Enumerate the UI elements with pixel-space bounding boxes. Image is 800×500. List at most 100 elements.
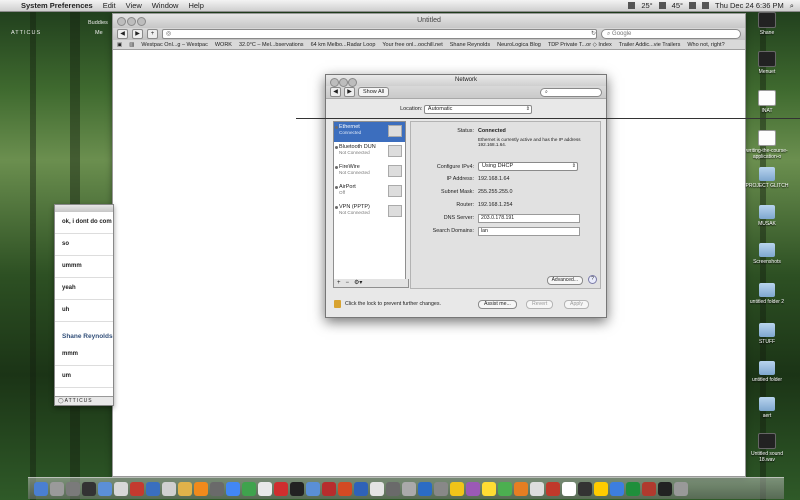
help-icon[interactable]: ? [588, 275, 597, 284]
clock[interactable]: Thu Dec 24 6:36 PM [715, 1, 784, 10]
minimize-button[interactable] [339, 78, 348, 87]
dock-app-icon[interactable] [242, 481, 256, 496]
location-popup[interactable]: Automatic ⇕ [423, 105, 532, 114]
dock-app-icon[interactable] [338, 481, 352, 496]
dock-app-icon[interactable] [354, 481, 368, 496]
bookmark-link[interactable]: Shane Reynolds [450, 42, 490, 48]
desktop-icon[interactable]: MUSAK [744, 205, 790, 227]
dock-app-icon[interactable] [674, 481, 688, 496]
dock-app-icon[interactable] [50, 481, 64, 496]
dock-app-icon[interactable] [210, 481, 224, 496]
reader-icon[interactable]: ▥ [129, 42, 134, 48]
service-item[interactable]: AirPort Off [334, 182, 405, 202]
bookmark-link[interactable]: Your free onl...oochill.net [382, 42, 442, 48]
dock-app-icon[interactable] [146, 481, 160, 496]
dock-app-icon[interactable] [130, 481, 144, 496]
reload-icon[interactable]: ↻ [591, 30, 596, 38]
dock-app-icon[interactable] [418, 481, 432, 496]
service-actions-button[interactable]: ⚙▾ [354, 279, 362, 287]
assist-me-button[interactable]: Assist me... [478, 300, 517, 309]
close-button[interactable] [330, 78, 339, 87]
address-bar[interactable]: ◎ ↻ [162, 29, 597, 39]
remove-service-button[interactable]: − [346, 279, 350, 287]
dock-app-icon[interactable] [562, 481, 576, 496]
service-item[interactable]: VPN (PPTP) Not Connected [334, 202, 405, 222]
dock-app-icon[interactable] [98, 481, 112, 496]
show-all-button[interactable]: Show All [358, 87, 390, 97]
dock-app-icon[interactable] [386, 481, 400, 496]
dock-app-icon[interactable] [306, 481, 320, 496]
service-item[interactable]: Ethernet Connected [334, 122, 405, 142]
bookmark-link[interactable]: TDP Private T...or ◇ Index [548, 42, 612, 48]
apply-button[interactable]: Apply [564, 300, 589, 309]
dock-app-icon[interactable] [162, 481, 176, 496]
desktop-icon[interactable]: STUFF [744, 323, 790, 345]
wifi-icon[interactable] [689, 2, 696, 9]
desktop-icon[interactable]: Untitled sound 18.wav [744, 433, 790, 463]
desktop-icon[interactable]: untitled folder 2 [744, 283, 790, 305]
service-item[interactable]: Bluetooth DUN Not Connected [334, 142, 405, 162]
prefs-search-input[interactable]: ⌕ [540, 87, 602, 97]
search-input[interactable]: ⌕ Google [601, 29, 741, 39]
menu-edit[interactable]: Edit [98, 1, 121, 10]
bookmark-link[interactable]: WORK [215, 42, 232, 48]
desktop-icon[interactable]: Screenshots [744, 243, 790, 265]
dock-app-icon[interactable] [610, 481, 624, 496]
dock-app-icon[interactable] [450, 481, 464, 496]
dock-app-icon[interactable] [194, 481, 208, 496]
dock-app-icon[interactable] [578, 481, 592, 496]
zoom-button[interactable] [348, 78, 357, 87]
dock-app-icon[interactable] [226, 481, 240, 496]
weather-temp[interactable]: 25° [641, 1, 652, 10]
back-button[interactable]: ◀ [117, 29, 128, 39]
desktop-icon[interactable]: Shane [744, 12, 790, 36]
desktop-icon[interactable]: writing-the-course-application-o [744, 130, 790, 160]
forward-button[interactable]: ▶ [132, 29, 143, 39]
zoom-button[interactable] [137, 17, 146, 26]
dock-app-icon[interactable] [82, 481, 96, 496]
search-domains-field[interactable]: lan [478, 227, 580, 236]
dock-app-icon[interactable] [546, 481, 560, 496]
back-button[interactable]: ◀ [330, 87, 341, 97]
status-icon[interactable] [658, 2, 666, 9]
dock-app-icon[interactable] [66, 481, 80, 496]
dock-app-icon[interactable] [658, 481, 672, 496]
dock-app-icon[interactable] [322, 481, 336, 496]
close-button[interactable] [117, 17, 126, 26]
bookmark-link[interactable]: 64 km Melbo...Radar Loop [311, 42, 376, 48]
spotlight-icon[interactable]: ⌕ [790, 1, 794, 11]
minimize-button[interactable] [127, 17, 136, 26]
bookmark-link[interactable]: Trailer Addic...vie Trailers [619, 42, 681, 48]
bookmark-link[interactable]: 32.0°C – Mel...bservations [239, 42, 304, 48]
dock-app-icon[interactable] [34, 481, 48, 496]
revert-button[interactable]: Revert [526, 300, 554, 309]
dock-app-icon[interactable] [258, 481, 272, 496]
dock-app-icon[interactable] [402, 481, 416, 496]
menu-window[interactable]: Window [147, 1, 184, 10]
bookmark-link[interactable]: NeuroLogica Blog [497, 42, 541, 48]
bookmarks-icon[interactable]: ▣ [117, 42, 122, 48]
dock-app-icon[interactable] [530, 481, 544, 496]
dock-app-icon[interactable] [370, 481, 384, 496]
advanced-button[interactable]: Advanced... [546, 276, 583, 285]
dock-app-icon[interactable] [626, 481, 640, 496]
dock-app-icon[interactable] [290, 481, 304, 496]
dock-app-icon[interactable] [274, 481, 288, 496]
dock-app-icon[interactable] [498, 481, 512, 496]
bookmark-link[interactable]: Westpac Onl...g – Westpac [141, 42, 207, 48]
volume-icon[interactable] [702, 2, 709, 9]
desktop-icon[interactable]: PROJECT GLITCH [744, 167, 790, 189]
dock-app-icon[interactable] [642, 481, 656, 496]
menu-view[interactable]: View [121, 1, 147, 10]
menu-app-name[interactable]: System Preferences [16, 1, 98, 10]
lock-icon[interactable] [334, 300, 341, 308]
desktop-icon[interactable]: Menuet [744, 51, 790, 75]
dock-app-icon[interactable] [466, 481, 480, 496]
weather-temp-2[interactable]: 45° [672, 1, 683, 10]
status-icon[interactable] [628, 2, 636, 9]
dock-app-icon[interactable] [594, 481, 608, 496]
add-service-button[interactable]: + [337, 279, 341, 287]
service-item[interactable]: FireWire Not Connected [334, 162, 405, 182]
bookmark-link[interactable]: Who not, right? [687, 42, 724, 48]
desktop-icon[interactable]: untitled folder [744, 361, 790, 383]
